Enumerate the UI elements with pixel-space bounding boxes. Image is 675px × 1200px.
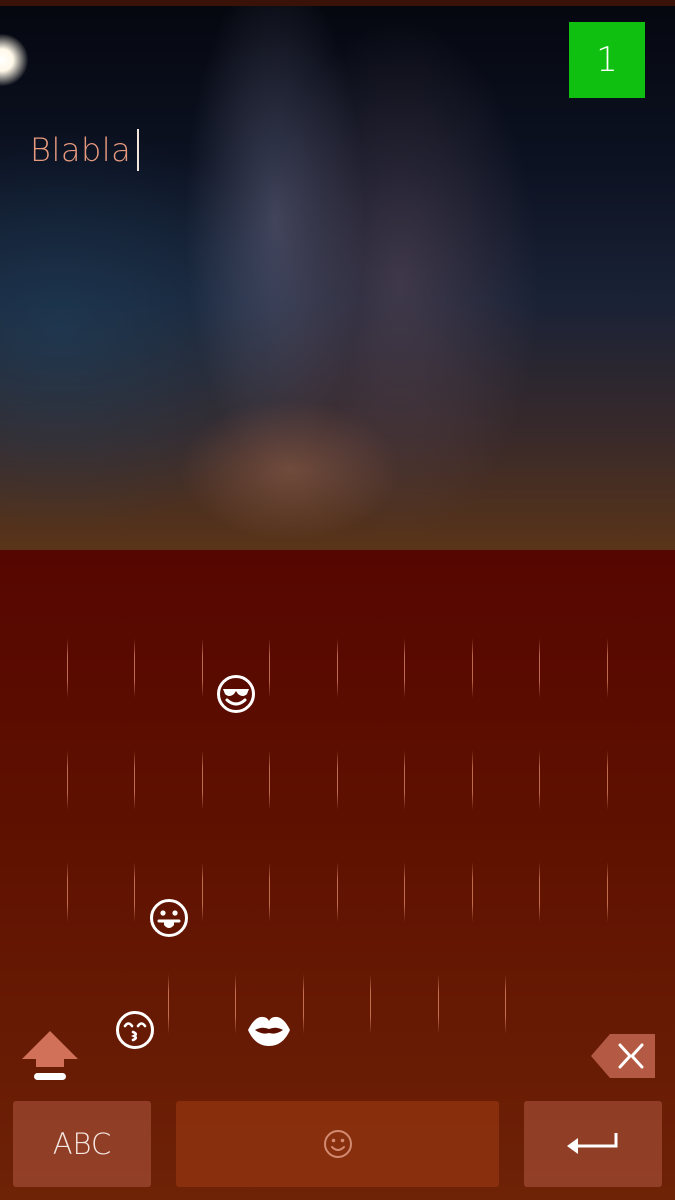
abc-key[interactable]: ABC (13, 1101, 151, 1187)
emoji-key-sunglasses[interactable] (202, 638, 270, 750)
smiley-icon (323, 1130, 352, 1158)
emoji-key-kissing[interactable] (101, 974, 169, 1086)
key-separator (337, 862, 338, 922)
key-separator (337, 750, 338, 810)
key-separator (404, 862, 405, 922)
key-separator (337, 638, 338, 698)
shift-key[interactable] (14, 1000, 86, 1112)
emoji-key-kiss-mark[interactable] (235, 974, 303, 1086)
key-separator (539, 750, 540, 810)
key-separator (472, 638, 473, 698)
enter-key[interactable] (524, 1101, 662, 1187)
key-separator (607, 750, 608, 810)
text-cursor (137, 129, 140, 171)
space-key[interactable] (176, 1101, 499, 1187)
key-separator (67, 638, 68, 698)
key-separator (134, 638, 135, 698)
key-separator (202, 750, 203, 810)
sunglasses-face-icon (217, 675, 255, 713)
kissing-face-icon (116, 1011, 154, 1049)
tongue-face-icon (150, 899, 188, 937)
key-separator (269, 862, 270, 922)
shift-arrow-icon (22, 1031, 78, 1080)
key-separator (472, 862, 473, 922)
status-strip (0, 0, 675, 6)
emoji-keyboard: ABC (0, 550, 675, 1200)
counter-badge[interactable]: 1 (569, 22, 645, 98)
typed-text: Blabla (30, 131, 132, 169)
emoji-key-tongue[interactable] (135, 862, 203, 974)
backspace-key[interactable] (585, 1000, 661, 1112)
key-separator (67, 750, 68, 810)
key-separator (67, 862, 68, 922)
key-separator (134, 750, 135, 810)
key-separator (303, 974, 304, 1034)
key-separator (539, 862, 540, 922)
key-separator (370, 974, 371, 1034)
key-separator (404, 750, 405, 810)
key-separator (472, 750, 473, 810)
key-separator (539, 638, 540, 698)
key-separator (404, 638, 405, 698)
key-separator (438, 974, 439, 1034)
screen: 1 Blabla ABC (0, 0, 675, 1200)
key-separator (607, 638, 608, 698)
enter-arrow-icon (567, 1133, 618, 1154)
backspace-icon (591, 1034, 655, 1078)
key-separator (607, 862, 608, 922)
key-separator (505, 974, 506, 1034)
text-input-field[interactable]: Blabla (30, 126, 140, 174)
kiss-mark-icon (248, 1016, 290, 1046)
key-separator (269, 750, 270, 810)
